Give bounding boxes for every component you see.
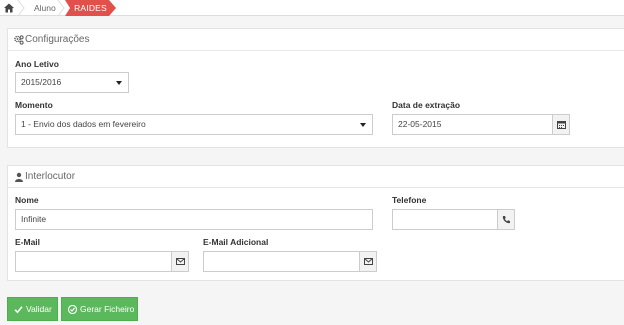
- envelope-icon: [176, 258, 185, 265]
- email-adicional-label: E-Mail Adicional: [203, 237, 269, 247]
- telefone-input[interactable]: [392, 209, 515, 230]
- breadcrumb-separator: [57, 0, 65, 16]
- chevron-down-icon: [360, 123, 366, 127]
- momento-select[interactable]: 1 - Envio dos dados em fevereiro: [15, 114, 373, 135]
- chevron-down-icon: [116, 81, 122, 85]
- phone-addon: [497, 210, 514, 229]
- breadcrumb-item-raides[interactable]: RAIDES: [65, 0, 116, 16]
- breadcrumb-item-aluno[interactable]: Aluno: [34, 0, 56, 16]
- validar-label: Validar: [26, 304, 52, 314]
- check-circle-icon: [68, 305, 77, 314]
- check-icon: [14, 306, 23, 314]
- nome-value: Infinite: [21, 214, 47, 224]
- email-adicional-input[interactable]: [203, 251, 377, 272]
- breadcrumb-separator: [17, 0, 25, 16]
- ano-letivo-select[interactable]: 2015/2016: [15, 72, 129, 93]
- envelope-icon: [364, 258, 373, 265]
- cogs-icon: [14, 35, 24, 45]
- nome-input[interactable]: Infinite: [15, 209, 373, 230]
- data-extracao-input[interactable]: 22-05-2015: [392, 114, 570, 135]
- ano-letivo-label: Ano Letivo: [15, 59, 59, 69]
- envelope-addon: [359, 252, 376, 271]
- nome-label: Nome: [15, 195, 39, 205]
- gerar-ficheiro-label: Gerar Ficheiro: [80, 304, 135, 314]
- interlocutor-panel: Interlocutor Nome Infinite Telefone E-Ma…: [7, 165, 624, 281]
- configuracoes-title: Configurações: [25, 34, 90, 45]
- telefone-label: Telefone: [392, 195, 427, 205]
- envelope-addon: [171, 252, 188, 271]
- momento-value: 1 - Envio dos dados em fevereiro: [21, 119, 146, 129]
- interlocutor-title: Interlocutor: [25, 171, 76, 182]
- configuracoes-panel: Configurações Ano Letivo 2015/2016 Momen…: [7, 28, 624, 148]
- validar-button[interactable]: Validar: [7, 297, 58, 321]
- user-icon: [15, 172, 23, 182]
- momento-label: Momento: [15, 100, 53, 110]
- configuracoes-panel-header: Configurações: [8, 29, 624, 51]
- calendar-icon: [557, 121, 566, 129]
- email-input[interactable]: [15, 251, 189, 272]
- ano-letivo-value: 2015/2016: [21, 77, 62, 87]
- data-extracao-label: Data de extração: [392, 100, 461, 110]
- gerar-ficheiro-button[interactable]: Gerar Ficheiro: [61, 297, 138, 321]
- data-extracao-value: 22-05-2015: [398, 119, 442, 129]
- home-icon[interactable]: [3, 2, 15, 14]
- email-label: E-Mail: [15, 237, 41, 247]
- breadcrumb: Aluno RAIDES: [0, 0, 624, 16]
- calendar-button[interactable]: [552, 115, 569, 134]
- phone-icon: [502, 216, 510, 224]
- interlocutor-panel-header: Interlocutor: [8, 166, 624, 188]
